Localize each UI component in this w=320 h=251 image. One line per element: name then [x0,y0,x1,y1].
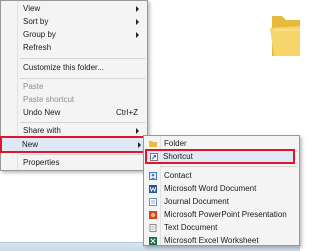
text-document-icon [149,224,157,232]
menu-separator [161,166,297,167]
menu-item-customize-folder[interactable]: Customize this folder... [3,63,145,73]
menu-item-refresh-label: Refresh [23,43,52,52]
menu-item-new[interactable]: New [0,136,147,153]
menu-item-paste-shortcut: Paste shortcut [3,95,145,105]
submenu-arrow-icon [136,6,139,12]
keyboard-shortcut-label: Ctrl+Z [116,108,138,117]
excel-icon [149,237,157,245]
menu-item-share-with[interactable]: Share with [3,126,145,136]
submenu-item-journal-document[interactable]: Journal Document [146,197,297,207]
shortcut-icon [150,153,158,161]
word-document-icon [149,185,157,193]
submenu-item-folder-label: Folder [164,139,187,148]
submenu-item-folder[interactable]: Folder [146,139,297,149]
submenu-item-contact[interactable]: Contact [146,171,297,181]
submenu-arrow-icon [136,32,139,38]
submenu-arrow-icon [136,19,139,25]
menu-item-new-row: New [2,140,145,150]
menu-separator [20,78,145,79]
menu-item-share-with-label: Share with [23,126,61,135]
menu-item-customize-label: Customize this folder... [23,63,104,72]
submenu-item-text-document[interactable]: Text Document [146,223,297,233]
submenu-arrow-icon [136,128,139,134]
folder-icon [149,141,157,147]
menu-item-view[interactable]: View [3,4,145,14]
submenu-item-word-document[interactable]: Microsoft Word Document [146,184,297,194]
menu-item-sort-by-label: Sort by [23,17,49,26]
submenu-item-word-label: Microsoft Word Document [164,184,257,193]
powerpoint-icon [149,211,157,219]
menu-item-paste: Paste [3,82,145,92]
submenu-item-journal-label: Journal Document [164,197,229,206]
menu-separator [20,154,145,155]
menu-item-properties[interactable]: Properties [3,158,145,168]
menu-item-sort-by[interactable]: Sort by [3,17,145,27]
submenu-item-powerpoint[interactable]: Microsoft PowerPoint Presentation [146,210,297,220]
submenu-item-text-label: Text Document [164,223,218,232]
submenu-item-excel-label: Microsoft Excel Worksheet [164,236,259,245]
menu-item-undo-new[interactable]: Undo New Ctrl+Z [3,108,145,118]
submenu-item-shortcut-label: Shortcut [163,152,193,161]
menu-item-group-by[interactable]: Group by [3,30,145,40]
menu-item-undo-new-label: Undo New [23,108,61,117]
menu-item-paste-shortcut-label: Paste shortcut [23,95,75,104]
submenu-item-contact-label: Contact [164,171,192,180]
menu-item-group-by-label: Group by [23,30,56,39]
submenu-arrow-icon [138,142,141,148]
menu-item-properties-label: Properties [23,158,60,167]
desktop-folder-icon[interactable] [268,10,300,58]
submenu-item-excel[interactable]: Microsoft Excel Worksheet [146,236,297,246]
menu-item-new-label: New [22,140,39,149]
menu-item-view-label: View [23,4,41,13]
contact-icon [149,172,157,180]
menu-item-refresh[interactable]: Refresh [3,43,145,53]
submenu-item-powerpoint-label: Microsoft PowerPoint Presentation [164,210,287,219]
journal-document-icon [149,198,157,206]
menu-separator [20,58,145,59]
menu-item-paste-label: Paste [23,82,44,91]
menu-separator [20,122,145,123]
submenu-item-shortcut[interactable]: Shortcut [145,149,295,164]
